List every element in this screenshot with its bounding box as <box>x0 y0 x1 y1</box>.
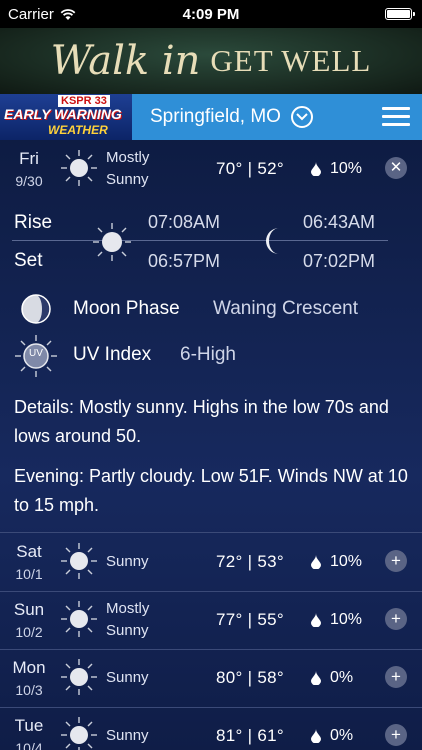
sun-icon <box>61 543 97 579</box>
battery-icon <box>385 8 415 20</box>
plus-icon[interactable]: + <box>385 666 407 688</box>
evening-text: Evening: Partly cloudy. Low 51F. Winds N… <box>14 466 408 515</box>
condition-text: Sunny <box>106 727 149 744</box>
day-date: 10/2 <box>15 624 43 640</box>
raindrop-icon <box>311 671 321 685</box>
ad-banner[interactable]: Walk in GET WELL <box>0 28 422 94</box>
day-name: Tue <box>14 716 44 735</box>
condition-text: Mostly Sunny <box>106 149 150 188</box>
day-name: Fri <box>19 149 39 168</box>
plus-icon[interactable]: + <box>385 550 407 572</box>
sun-icon <box>61 150 97 186</box>
temperature-range: 80° | 58° <box>216 668 284 687</box>
day-date: 10/1 <box>15 566 43 582</box>
sunrise-icon <box>93 223 131 261</box>
raindrop-icon <box>311 729 321 743</box>
logo-line2: WEATHER <box>48 123 108 137</box>
details-text: Details: Mostly sunny. Highs in the low … <box>14 397 389 446</box>
moon-icon <box>266 228 279 254</box>
app-header: KSPR 33 EARLY WARNING WEATHER Springfiel… <box>0 94 422 140</box>
day-date: 10/3 <box>15 682 43 698</box>
uv-badge-text: UV <box>29 348 43 359</box>
temperature-range: 77° | 55° <box>216 610 284 629</box>
close-icon[interactable]: ✕ <box>385 157 407 179</box>
precip-chance: 0% <box>330 669 354 686</box>
horizon-line <box>12 240 388 241</box>
day-date: 10/4 <box>15 740 43 750</box>
day-name: Sun <box>13 600 45 619</box>
sunrise-time: 07:08AM <box>148 212 221 232</box>
condition-text: Mostly Sunny <box>106 600 150 639</box>
ad-script-text: Walk in <box>50 38 201 84</box>
moonrise-time: 06:43AM <box>303 212 376 232</box>
precip-chance: 10% <box>330 611 363 628</box>
chevron-down-icon <box>290 106 313 128</box>
ad-caps-text: GET WELL <box>210 43 372 78</box>
forecast-row[interactable]: Mon 10/3 Sunny 80° | 58° 0% + <box>0 649 422 707</box>
precip-chance: 10% <box>330 160 363 177</box>
moon-phase-value: Waning Crescent <box>213 298 359 319</box>
condition-text: Sunny <box>106 553 149 570</box>
forecast-row[interactable]: Sat 10/1 Sunny 72° | 53° 10% + <box>0 533 422 591</box>
set-label: Set <box>14 250 43 271</box>
sunset-time: 06:57PM <box>148 251 221 271</box>
hamburger-menu-icon[interactable] <box>382 107 410 127</box>
location-label: Springfield, MO <box>150 106 281 127</box>
temperature-range: 72° | 53° <box>216 552 284 571</box>
forecast-row[interactable]: Tue 10/4 Sunny 81° | 61° 0% + <box>0 707 422 750</box>
moon-phase-icon <box>21 294 51 324</box>
status-time: 4:09 PM <box>182 6 240 23</box>
sun-icon <box>61 659 97 695</box>
raindrop-icon <box>311 613 321 627</box>
sun-icon <box>61 601 97 637</box>
uv-index-label: UV Index <box>73 344 152 365</box>
rise-label: Rise <box>14 212 53 233</box>
uv-index-value: 6-High <box>180 344 236 365</box>
location-selector[interactable]: Springfield, MO <box>150 106 313 128</box>
status-bar: Carrier 4:09 PM <box>0 0 422 28</box>
day-name: Sat <box>16 542 42 561</box>
plus-icon[interactable]: + <box>385 724 407 746</box>
precip-chance: 10% <box>330 553 363 570</box>
today-row[interactable]: Fri 9/30 Mostly Sunny 70° | 52° 10% ✕ <box>0 140 422 198</box>
station-logo[interactable]: KSPR 33 EARLY WARNING WEATHER <box>0 94 132 140</box>
raindrop-icon <box>311 555 321 569</box>
day-name: Mon <box>12 658 46 677</box>
temperature-range: 70° | 52° <box>216 159 284 178</box>
logo-line1: EARLY WARNING <box>4 106 122 122</box>
forecast-panel: Fri 9/30 Mostly Sunny 70° | 52° 10% ✕ Ris… <box>0 140 422 750</box>
day-date: 9/30 <box>15 173 43 189</box>
temperature-range: 81° | 61° <box>216 726 284 745</box>
sun-icon <box>61 717 97 750</box>
precip-chance: 0% <box>330 727 354 744</box>
forecast-row[interactable]: Sun 10/2 Mostly Sunny 77° | 55° 10% + <box>0 591 422 649</box>
condition-text: Sunny <box>106 669 149 686</box>
moonset-time: 07:02PM <box>303 251 376 271</box>
moon-phase-label: Moon Phase <box>73 298 180 319</box>
plus-icon[interactable]: + <box>385 608 407 630</box>
raindrop-icon <box>311 162 321 176</box>
